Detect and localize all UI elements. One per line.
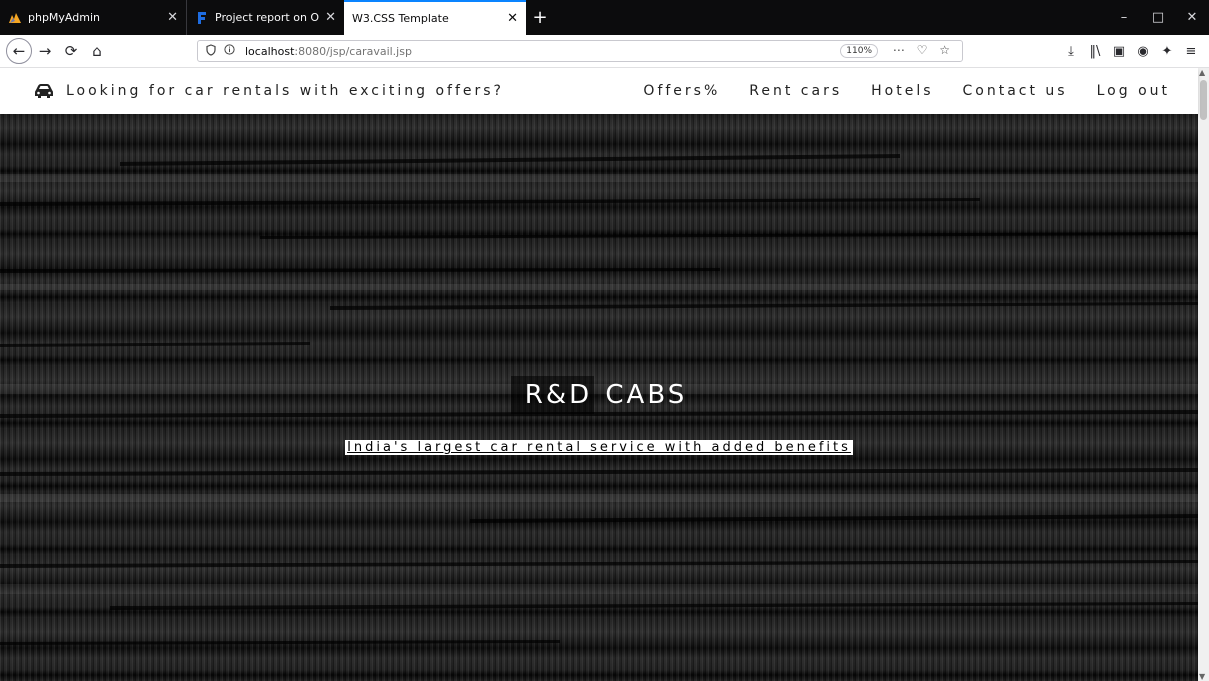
hero-subtitle: India's largest car rental service with … [0, 436, 1198, 455]
close-icon[interactable]: ✕ [325, 10, 336, 25]
account-icon[interactable]: ◉ [1131, 44, 1155, 59]
download-icon[interactable]: ⤓ [1059, 44, 1083, 59]
page-scrollbar[interactable]: ▲ ▼ [1198, 68, 1209, 681]
menu-contact-us[interactable]: Contact us [963, 83, 1068, 99]
library-icon[interactable]: ‖\ [1083, 44, 1107, 59]
nav-toolbar: ← → ⟳ ⌂ localhost:8080/jsp/caravail.jsp … [0, 35, 1209, 68]
url-bar[interactable]: localhost:8080/jsp/caravail.jsp 110% ⋯ ♡… [197, 40, 963, 62]
car-icon [34, 83, 54, 99]
reload-button[interactable]: ⟳ [58, 38, 84, 64]
tab-title: Project report on Online Car Re [215, 11, 320, 24]
scroll-up-icon[interactable]: ▲ [1199, 68, 1205, 77]
tab-title: phpMyAdmin [28, 11, 100, 24]
new-tab-button[interactable]: + [526, 0, 554, 35]
page-actions[interactable]: ⋯ ♡ ☆ [893, 43, 954, 57]
menu-log-out[interactable]: Log out [1097, 83, 1170, 99]
tab-w3css-template[interactable]: W3.CSS Template ✕ [344, 0, 526, 35]
sidebar-icon[interactable]: ▣ [1107, 44, 1131, 59]
close-icon[interactable]: ✕ [167, 10, 178, 25]
brand[interactable]: Looking for car rentals with exciting of… [34, 83, 504, 99]
home-button[interactable]: ⌂ [84, 38, 110, 64]
close-icon[interactable]: ✕ [507, 11, 518, 26]
hero-title-rest: CABS [594, 380, 688, 410]
back-button[interactable]: ← [6, 38, 32, 64]
menu-rent-cars[interactable]: Rent cars [749, 83, 842, 99]
hero-banner: R&D CABS India's largest car rental serv… [0, 114, 1198, 681]
scrollbar-thumb[interactable] [1200, 80, 1207, 120]
scroll-down-icon[interactable]: ▼ [1199, 672, 1205, 681]
minimize-icon[interactable]: – [1107, 10, 1141, 25]
menu-offers[interactable]: Offers% [643, 83, 720, 99]
site-menu: Offers% Rent cars Hotels Contact us Log … [614, 68, 1170, 114]
zoom-level[interactable]: 110% [840, 44, 878, 58]
document-icon [195, 11, 209, 25]
url-text[interactable]: localhost:8080/jsp/caravail.jsp [245, 45, 412, 58]
forward-button[interactable]: → [32, 38, 58, 64]
menu-icon[interactable]: ≡ [1179, 44, 1203, 59]
page-viewport: Looking for car rentals with exciting of… [0, 68, 1209, 681]
restore-icon[interactable]: □ [1141, 10, 1175, 25]
hero-title-highlight: R&D [510, 376, 595, 414]
tab-title: W3.CSS Template [352, 12, 449, 25]
close-window-icon[interactable]: ✕ [1175, 10, 1209, 25]
tab-project-report[interactable]: Project report on Online Car Re ✕ [186, 0, 344, 35]
site-navbar: Looking for car rentals with exciting of… [0, 68, 1198, 114]
window-controls: – □ ✕ [1107, 0, 1209, 35]
shield-icon[interactable] [206, 43, 216, 59]
toolbar-right: ⤓ ‖\ ▣ ◉ ✦ ≡ [1059, 35, 1203, 67]
hero-subtitle-text: India's largest car rental service with … [345, 440, 853, 455]
brand-text: Looking for car rentals with exciting of… [66, 83, 504, 99]
extension-icon[interactable]: ✦ [1155, 44, 1179, 59]
hero-title: R&D CABS [0, 376, 1198, 414]
url-path: :8080/jsp/caravail.jsp [294, 44, 412, 58]
tab-phpmyadmin[interactable]: phpMyAdmin ✕ [0, 0, 186, 35]
url-host: localhost [245, 44, 295, 58]
tab-strip: phpMyAdmin ✕ Project report on Online Ca… [0, 0, 1209, 35]
menu-hotels[interactable]: Hotels [871, 83, 933, 99]
phpmyadmin-icon [8, 11, 22, 25]
info-icon[interactable] [224, 44, 235, 58]
